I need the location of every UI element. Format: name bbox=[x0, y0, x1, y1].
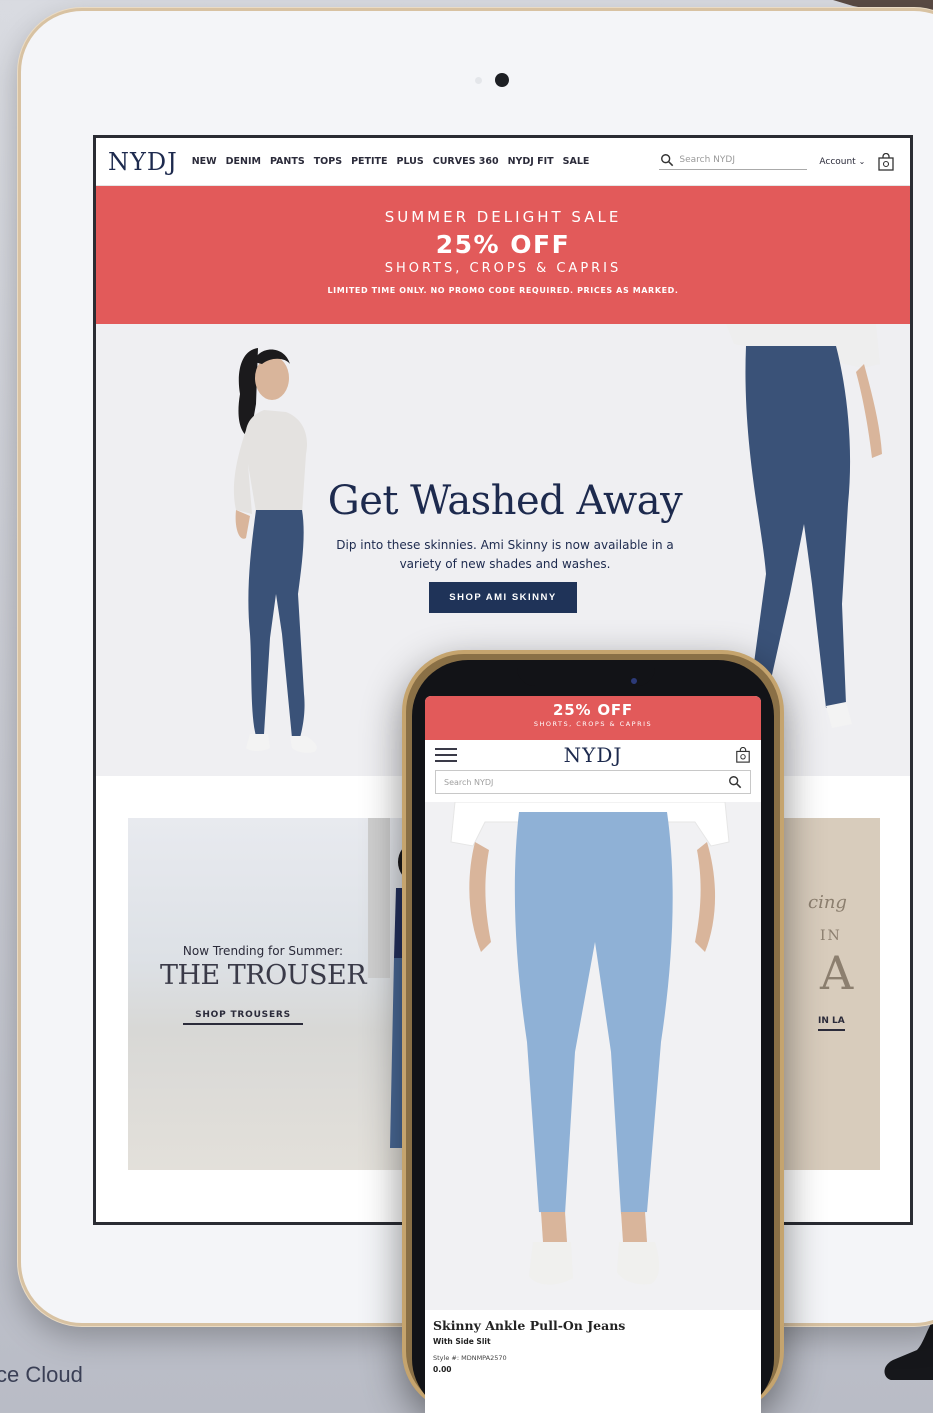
caption-text: ce Cloud bbox=[0, 1362, 83, 1387]
account-label: Account bbox=[819, 156, 856, 167]
mobile-header: NYDJ bbox=[425, 740, 761, 770]
nydj-logo[interactable]: NYDJ bbox=[108, 148, 178, 176]
search-input[interactable]: Search NYDJ bbox=[659, 153, 808, 170]
mobile-search-input[interactable]: Search NYDJ bbox=[435, 770, 751, 794]
tile-right-big-letter: A bbox=[820, 946, 854, 1000]
hamburger-menu-icon[interactable] bbox=[435, 748, 457, 762]
product-price: 0.00 bbox=[433, 1365, 452, 1374]
shopping-bag-icon[interactable] bbox=[735, 747, 751, 763]
tablet-sensor bbox=[475, 77, 482, 84]
nav-item-new[interactable]: NEW bbox=[192, 156, 217, 167]
product-style-number: Style #: MDNMPA2570 bbox=[433, 1354, 507, 1362]
mobile-search-placeholder: Search NYDJ bbox=[444, 777, 494, 787]
shoe-decoration bbox=[884, 1320, 933, 1380]
chevron-down-icon: ⌄ bbox=[858, 156, 866, 166]
banner-discount: 25% OFF bbox=[435, 230, 571, 259]
nav-item-plus[interactable]: PLUS bbox=[397, 156, 424, 167]
mobile-nydj-logo[interactable]: NYDJ bbox=[425, 743, 761, 767]
nav-item-curves-360[interactable]: CURVES 360 bbox=[433, 156, 499, 167]
trouser-promo-tile[interactable]: Now Trending for Summer: THE TROUSER SHO… bbox=[128, 818, 448, 1170]
hero-subtitle: Dip into these skinnies. Ami Skinny is n… bbox=[336, 538, 674, 571]
site-header: NYDJ NEW DENIM PANTS TOPS PETITE PLUS CU… bbox=[96, 138, 910, 186]
search-placeholder: Search NYDJ bbox=[679, 155, 735, 165]
mobile-banner-categories: SHORTS, CROPS & CAPRIS bbox=[533, 720, 653, 728]
nav-item-pants[interactable]: PANTS bbox=[270, 156, 305, 167]
trouser-title: THE TROUSER bbox=[159, 960, 367, 991]
nav-item-nydj-fit[interactable]: NYDJ FIT bbox=[508, 156, 554, 167]
account-menu[interactable]: Account ⌄ bbox=[819, 157, 865, 167]
tile-right-in-text: IN bbox=[820, 928, 842, 944]
hero-title: Get Washed Away bbox=[327, 478, 683, 524]
banner-categories: SHORTS, CROPS & CAPRIS bbox=[384, 261, 622, 276]
product-name[interactable]: Skinny Ankle Pull-On Jeans bbox=[433, 1318, 753, 1333]
search-icon bbox=[729, 776, 742, 789]
trouser-kicker: Now Trending for Summer: bbox=[182, 944, 344, 958]
banner-fine-print: LIMITED TIME ONLY. NO PROMO CODE REQUIRE… bbox=[327, 286, 679, 295]
product-image[interactable] bbox=[425, 802, 761, 1310]
nav-item-petite[interactable]: PETITE bbox=[351, 156, 387, 167]
product-info: Skinny Ankle Pull-On Jeans With Side Sli… bbox=[425, 1310, 761, 1382]
shopping-bag-icon[interactable] bbox=[877, 152, 895, 171]
sale-banner[interactable]: SUMMER DELIGHT SALE 25% OFF SHORTS, CROP… bbox=[96, 186, 910, 324]
product-variant: With Side Slit bbox=[433, 1337, 491, 1346]
banner-headline: SUMMER DELIGHT SALE bbox=[384, 208, 622, 226]
search-icon bbox=[661, 154, 674, 167]
tile-right-link[interactable]: IN LA bbox=[818, 1016, 845, 1031]
nav-item-sale[interactable]: SALE bbox=[563, 156, 590, 167]
tile-right-script-text: cing bbox=[808, 892, 847, 913]
nav-item-tops[interactable]: TOPS bbox=[314, 156, 342, 167]
mobile-banner-discount: 25% OFF bbox=[553, 701, 633, 719]
tablet-camera bbox=[495, 73, 509, 87]
phone-screen: 25% OFF SHORTS, CROPS & CAPRIS NYDJ Sear… bbox=[425, 696, 761, 1413]
nav-item-denim[interactable]: DENIM bbox=[226, 156, 261, 167]
jeans-model-image bbox=[450, 802, 730, 1285]
main-nav: NEW DENIM PANTS TOPS PETITE PLUS CURVES … bbox=[192, 156, 590, 167]
phone-camera bbox=[631, 678, 637, 684]
shop-ami-skinny-button[interactable]: SHOP AMI SKINNY bbox=[429, 582, 577, 613]
mobile-sale-banner[interactable]: 25% OFF SHORTS, CROPS & CAPRIS bbox=[425, 696, 761, 740]
phone-device: 25% OFF SHORTS, CROPS & CAPRIS NYDJ Sear… bbox=[402, 650, 784, 1413]
shop-trousers-link[interactable]: SHOP TROUSERS bbox=[183, 1010, 303, 1025]
